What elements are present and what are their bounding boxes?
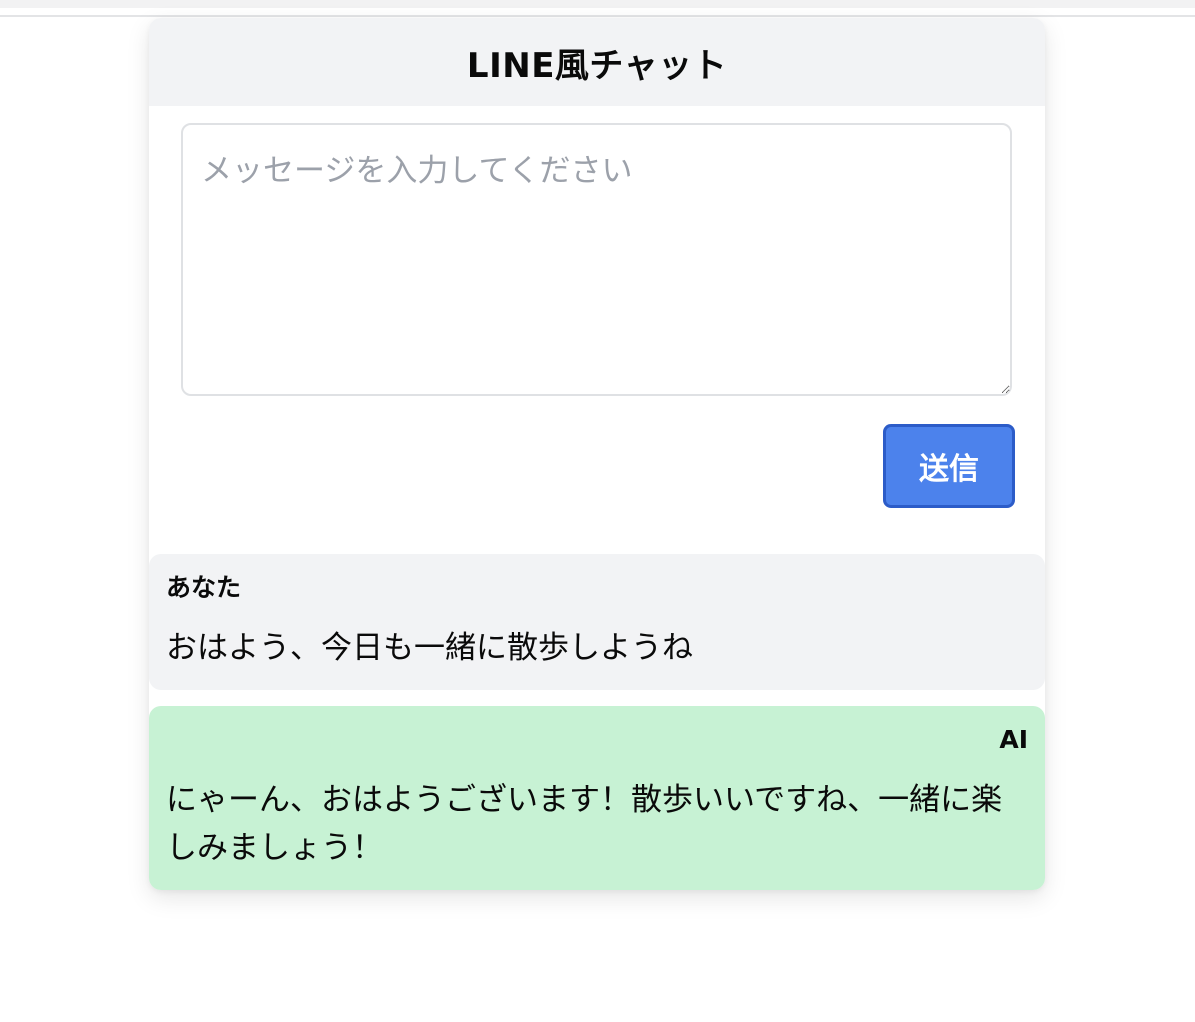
browser-divider: [0, 15, 1195, 17]
chat-header: LINE風チャット: [149, 18, 1045, 106]
page-title: LINE風チャット: [466, 45, 728, 86]
message-sender: あなた: [166, 573, 242, 602]
message-user: あなた おはよう、今日も一緒に散歩しようね: [149, 554, 1045, 690]
message-text: にゃーん、おはようございます！散歩いいですね、一緒に楽しみましょう！: [166, 782, 1003, 866]
message-input[interactable]: [181, 123, 1012, 396]
message-text: おはよう、今日も一緒に散歩しようね: [166, 630, 693, 666]
chat-card: LINE風チャット 送信 あなた おはよう、今日も一緒に散歩しようね AI にゃ…: [149, 18, 1045, 890]
message-list: あなた おはよう、今日も一緒に散歩しようね AI にゃーん、おはようございます！…: [149, 554, 1045, 890]
message-sender: AI: [999, 725, 1028, 754]
send-button[interactable]: 送信: [883, 424, 1015, 508]
browser-top-strip: [0, 0, 1195, 8]
message-ai: AI にゃーん、おはようございます！散歩いいですね、一緒に楽しみましょう！: [149, 706, 1045, 890]
